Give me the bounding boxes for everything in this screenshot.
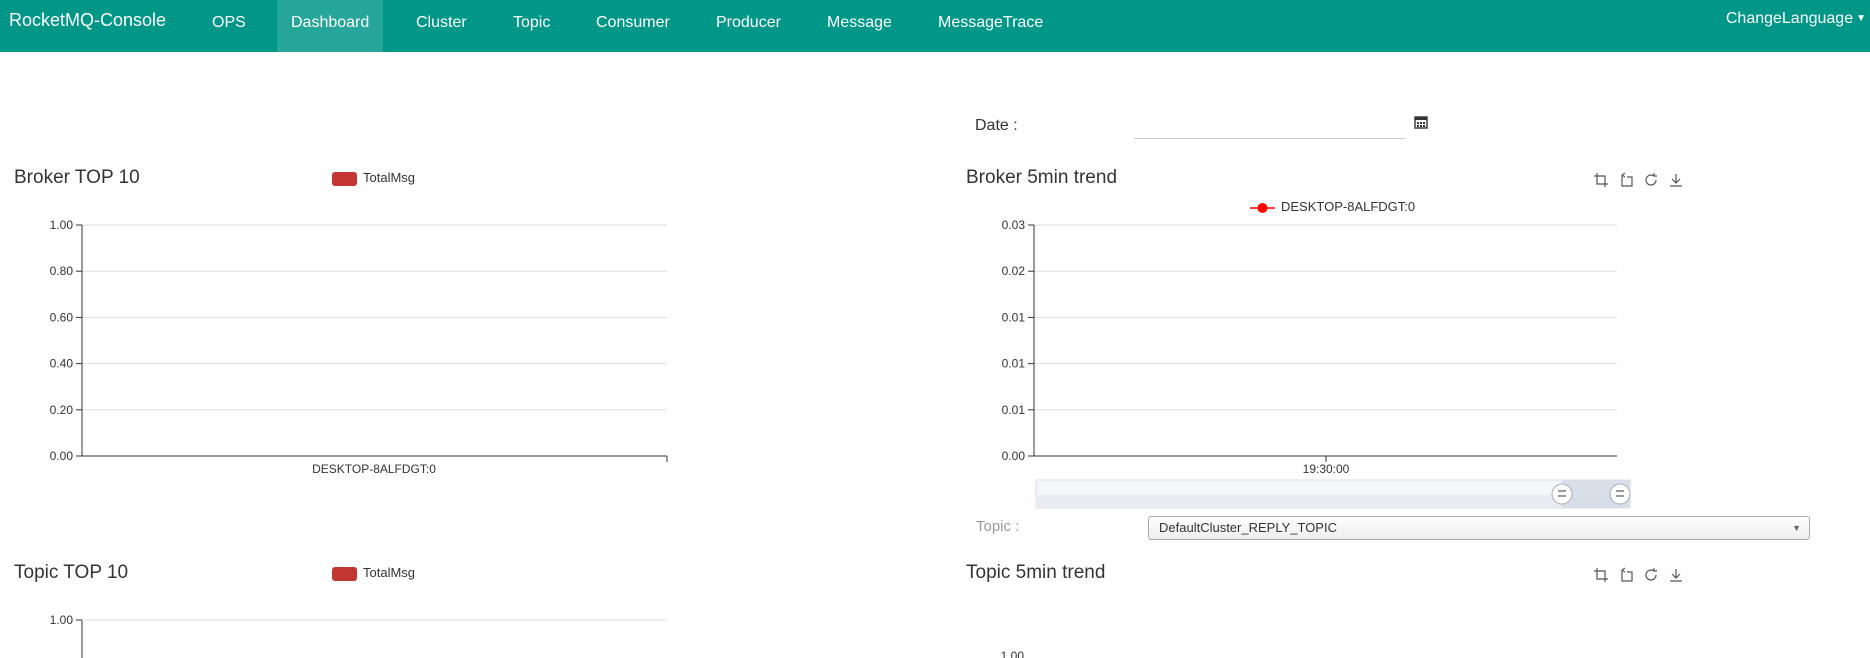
x-tick-label: 19:30:00 bbox=[1303, 462, 1350, 476]
y-tick-label: 0.20 bbox=[50, 403, 74, 417]
restore-icon[interactable] bbox=[1643, 172, 1659, 188]
x-tick-label: DESKTOP-8ALFDGT:0 bbox=[312, 462, 436, 476]
top-navbar: RocketMQ-Console OPS Dashboard Cluster T… bbox=[0, 0, 1870, 52]
topic-top10-legend[interactable]: TotalMsg bbox=[332, 565, 415, 581]
zoom-icon[interactable] bbox=[1593, 567, 1609, 583]
y-tick-label: 0.03 bbox=[1002, 218, 1026, 232]
y-tick-label: 0.00 bbox=[1002, 449, 1026, 463]
y-tick-label: 0.01 bbox=[1002, 357, 1026, 371]
change-language-label: ChangeLanguage bbox=[1725, 10, 1854, 27]
nav-ops[interactable]: OPS bbox=[198, 0, 260, 52]
topic-label: Topic : bbox=[976, 518, 1020, 535]
topic-select[interactable]: DefaultCluster_REPLY_TOPIC ▼ bbox=[1148, 516, 1810, 540]
calendar-icon[interactable] bbox=[1414, 115, 1428, 129]
y-tick-label: 0.60 bbox=[50, 310, 74, 324]
legend-swatch bbox=[332, 171, 357, 186]
y-tick-label: 0.01 bbox=[1002, 403, 1026, 417]
topic-top10-title: Topic TOP 10 bbox=[14, 562, 129, 583]
nav-producer[interactable]: Producer bbox=[702, 0, 795, 52]
broker-top10-legend[interactable]: TotalMsg bbox=[332, 170, 415, 186]
restore-icon[interactable] bbox=[1643, 567, 1659, 583]
zoom-icon[interactable] bbox=[1593, 172, 1609, 188]
broker-trend-title: Broker 5min trend bbox=[966, 167, 1118, 188]
download-icon[interactable] bbox=[1668, 172, 1684, 188]
y-tick-label: 1.00 bbox=[1001, 649, 1025, 658]
topic-select-value: DefaultCluster_REPLY_TOPIC bbox=[1159, 520, 1337, 535]
download-icon[interactable] bbox=[1668, 567, 1684, 583]
broker-trend-chart: 0.00 0.01 0.01 0.01 0.02 0.03 19:30:00 bbox=[1002, 218, 1631, 509]
nav-topic[interactable]: Topic bbox=[499, 0, 564, 52]
nav-messagetrace[interactable]: MessageTrace bbox=[924, 0, 1057, 52]
nav-message[interactable]: Message bbox=[813, 0, 906, 52]
topic-trend-chart: 1.00 bbox=[1001, 649, 1025, 658]
y-tick-label: 0.00 bbox=[50, 449, 74, 463]
zoom-reset-icon[interactable] bbox=[1618, 172, 1634, 188]
date-input[interactable] bbox=[1134, 108, 1406, 139]
y-tick-label: 0.80 bbox=[50, 264, 74, 278]
nav-consumer[interactable]: Consumer bbox=[582, 0, 684, 52]
date-label: Date : bbox=[975, 117, 1018, 134]
nav-cluster[interactable]: Cluster bbox=[402, 0, 481, 52]
legend-label: TotalMsg bbox=[363, 565, 416, 580]
zoom-reset-icon[interactable] bbox=[1618, 567, 1634, 583]
y-tick-label: 1.00 bbox=[50, 218, 74, 232]
y-tick-label: 0.01 bbox=[1002, 310, 1026, 324]
chevron-down-icon: ▼ bbox=[1792, 523, 1801, 533]
y-tick-label: 1.00 bbox=[50, 613, 74, 627]
legend-label: TotalMsg bbox=[363, 170, 416, 185]
nav-dashboard[interactable]: Dashboard bbox=[277, 0, 384, 52]
datazoom-handle-right[interactable] bbox=[1609, 483, 1631, 505]
topic-top10-chart: 1.00 bbox=[50, 613, 667, 658]
broker-trend-toolbox bbox=[1593, 172, 1684, 188]
y-tick-label: 0.02 bbox=[1002, 264, 1026, 278]
broker-top10-title: Broker TOP 10 bbox=[14, 167, 140, 188]
legend-swatch bbox=[332, 566, 357, 581]
brand-logo[interactable]: RocketMQ-Console bbox=[9, 10, 166, 31]
y-tick-label: 0.40 bbox=[50, 357, 74, 371]
topic-trend-toolbox bbox=[1593, 567, 1684, 583]
change-language-dropdown[interactable]: ChangeLanguage ▼ bbox=[1726, 10, 1866, 28]
topic-trend-title: Topic 5min trend bbox=[966, 562, 1106, 583]
caret-down-icon: ▼ bbox=[1856, 13, 1866, 25]
datazoom-handle-left[interactable] bbox=[1551, 483, 1573, 505]
broker-top10-chart: 0.00 0.20 0.40 0.60 0.80 1.00 DESKTOP-8ALFDGT… bbox=[50, 218, 668, 476]
datazoom-background bbox=[1036, 495, 1630, 508]
